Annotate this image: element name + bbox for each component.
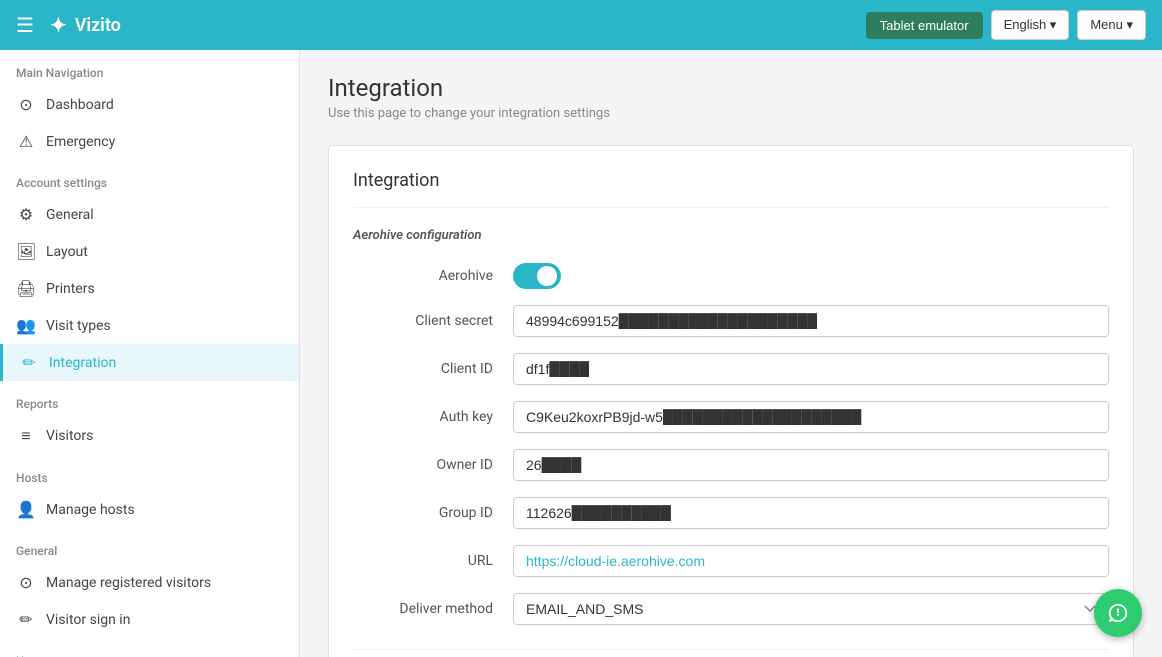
sidebar-item-label: Dashboard [46, 97, 114, 113]
sidebar-item-label: Printers [46, 281, 95, 297]
sidebar-item-layout[interactable]: 🖼 Layout [0, 233, 299, 270]
client-secret-wrap [513, 305, 1109, 337]
menu-button[interactable]: Menu ▾ [1077, 10, 1146, 40]
sidebar-item-visitor-sign-in[interactable]: ✏ Visitor sign in [0, 601, 299, 638]
header-actions: Tablet emulator English ▾ Menu ▾ [866, 10, 1146, 40]
chat-icon [1107, 602, 1129, 624]
deliver-method-label: Deliver method [353, 601, 513, 617]
logo-text: Vizito [75, 15, 121, 36]
sidebar-item-label: Visitors [46, 428, 93, 444]
sidebar-item-general[interactable]: ⚙ General [0, 196, 299, 233]
group-id-label: Group ID [353, 505, 513, 521]
url-input[interactable] [513, 545, 1109, 577]
chat-button[interactable] [1094, 589, 1142, 637]
client-id-wrap [513, 353, 1109, 385]
layout-icon: 🖼 [16, 242, 36, 261]
sidebar-item-visitors[interactable]: ≡ Visitors [0, 417, 299, 455]
printer-icon: 🖨 [16, 279, 36, 298]
logo: ✦ Vizito [50, 13, 866, 37]
owner-id-label: Owner ID [353, 457, 513, 473]
sidebar-item-integration[interactable]: ✏ Integration [0, 344, 299, 381]
url-label: URL [353, 553, 513, 569]
main-content: Integration Use this page to change your… [300, 50, 1162, 657]
group-id-row: Group ID [353, 497, 1109, 529]
sidebar-item-label: Emergency [46, 134, 115, 150]
sidebar-item-label: Visitor sign in [46, 612, 130, 628]
sidebar-item-label: General [46, 207, 94, 223]
integration-icon: ✏ [19, 353, 39, 372]
sidebar-item-manage-hosts[interactable]: 👤 Manage hosts [0, 491, 299, 528]
client-secret-input[interactable] [513, 305, 1109, 337]
sidebar-item-manage-registered-visitors[interactable]: ⊙ Manage registered visitors [0, 564, 299, 601]
sidebar-item-label: Manage registered visitors [46, 575, 211, 591]
auth-key-input[interactable] [513, 401, 1109, 433]
sidebar-item-dashboard[interactable]: ⊙ Dashboard [0, 86, 299, 123]
client-secret-row: Client secret [353, 305, 1109, 337]
user-management-label: User management [0, 638, 299, 657]
manage-hosts-icon: 👤 [16, 500, 36, 519]
header: ☰ ✦ Vizito Tablet emulator English ▾ Men… [0, 0, 1162, 50]
aerohive-label: Aerohive [353, 268, 513, 284]
url-wrap [513, 545, 1109, 577]
aerohive-section-title: Aerohive configuration [353, 228, 1109, 243]
visitors-icon: ≡ [16, 426, 36, 446]
hamburger-icon[interactable]: ☰ [16, 13, 34, 37]
owner-id-row: Owner ID [353, 449, 1109, 481]
general-section-label: General [0, 528, 299, 564]
emergency-icon: ⚠ [16, 132, 36, 151]
client-id-input[interactable] [513, 353, 1109, 385]
dashboard-icon: ⊙ [16, 95, 36, 114]
sidebar-item-label: Visit types [46, 318, 111, 334]
main-navigation-label: Main Navigation [0, 50, 299, 86]
gear-icon: ⚙ [16, 205, 36, 224]
hosts-label: Hosts [0, 455, 299, 491]
visitor-sign-in-icon: ✏ [16, 610, 36, 629]
sidebar: Main Navigation ⊙ Dashboard ⚠ Emergency … [0, 50, 300, 657]
sidebar-item-label: Integration [49, 355, 116, 371]
deliver-method-wrap: EMAIL_AND_SMS EMAIL SMS [513, 593, 1109, 625]
client-id-label: Client ID [353, 361, 513, 377]
layout: Main Navigation ⊙ Dashboard ⚠ Emergency … [0, 50, 1162, 657]
client-id-row: Client ID [353, 353, 1109, 385]
auth-key-wrap [513, 401, 1109, 433]
aerohive-toggle[interactable] [513, 263, 561, 289]
integration-card: Integration Aerohive configuration Aeroh… [328, 145, 1134, 657]
english-button[interactable]: English ▾ [991, 10, 1070, 40]
page-title: Integration [328, 74, 1134, 102]
sidebar-item-label: Manage hosts [46, 502, 135, 518]
tablet-emulator-button[interactable]: Tablet emulator [866, 12, 983, 39]
page-subtitle: Use this page to change your integration… [328, 106, 1134, 121]
url-row: URL [353, 545, 1109, 577]
aerohive-toggle-wrap [513, 263, 1109, 289]
deliver-method-row: Deliver method EMAIL_AND_SMS EMAIL SMS [353, 593, 1109, 625]
slack-section: Slack integration [353, 649, 1109, 657]
owner-id-input[interactable] [513, 449, 1109, 481]
auth-key-row: Auth key [353, 401, 1109, 433]
toggle-slider [513, 263, 561, 289]
deliver-method-select[interactable]: EMAIL_AND_SMS EMAIL SMS [513, 593, 1109, 625]
sidebar-item-label: Layout [46, 244, 88, 260]
account-settings-label: Account settings [0, 160, 299, 196]
registered-visitors-icon: ⊙ [16, 573, 36, 592]
group-id-wrap [513, 497, 1109, 529]
sidebar-item-visit-types[interactable]: 👥 Visit types [0, 307, 299, 344]
reports-label: Reports [0, 381, 299, 417]
client-secret-label: Client secret [353, 313, 513, 329]
sidebar-item-printers[interactable]: 🖨 Printers [0, 270, 299, 307]
card-title: Integration [353, 170, 1109, 208]
group-id-input[interactable] [513, 497, 1109, 529]
owner-id-wrap [513, 449, 1109, 481]
logo-star: ✦ [50, 13, 67, 37]
auth-key-label: Auth key [353, 409, 513, 425]
visit-types-icon: 👥 [16, 316, 36, 335]
sidebar-item-emergency[interactable]: ⚠ Emergency [0, 123, 299, 160]
aerohive-row: Aerohive [353, 263, 1109, 289]
